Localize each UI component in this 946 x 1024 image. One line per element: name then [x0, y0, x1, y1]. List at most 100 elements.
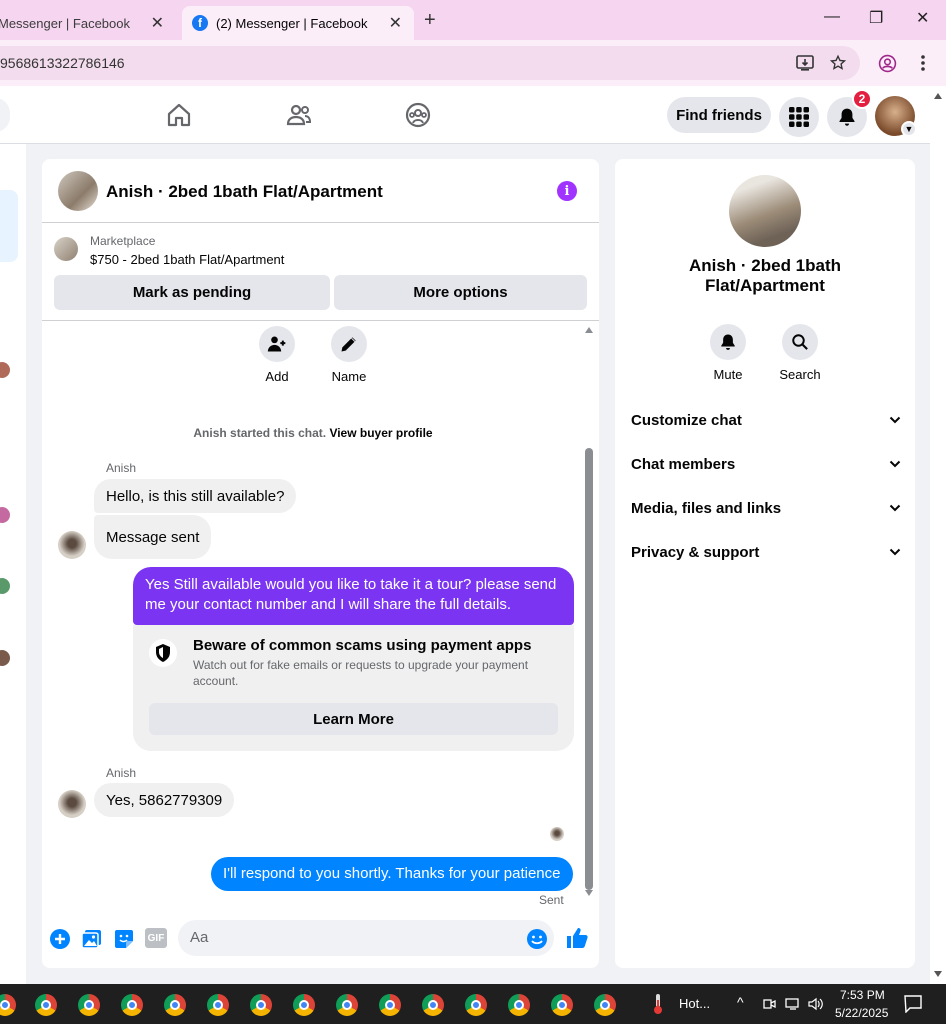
message-bubble-incoming[interactable]: Message sent — [94, 515, 212, 559]
sticker-icon[interactable] — [113, 928, 135, 950]
meet-icon[interactable] — [762, 997, 776, 1011]
scroll-down-icon[interactable] — [933, 970, 943, 978]
menu-dots-icon[interactable] — [916, 54, 930, 72]
browser-tab-1[interactable]: Messenger | Facebook ✕ — [0, 6, 180, 40]
chrome-taskbar-icon[interactable] — [78, 994, 100, 1016]
chrome-taskbar-icon[interactable] — [508, 994, 530, 1016]
find-friends-button[interactable]: Find friends — [667, 97, 771, 133]
clock-date[interactable]: 5/22/2025 — [835, 1006, 888, 1020]
minimize-icon[interactable]: — — [824, 8, 840, 26]
scam-warning-title: Beware of common scams using payment app… — [193, 637, 532, 654]
mute-action[interactable]: Mute — [698, 324, 758, 382]
page-scrollbar[interactable] — [930, 86, 946, 984]
search-box[interactable] — [0, 98, 10, 132]
mark-pending-button[interactable]: Mark as pending — [54, 275, 330, 310]
chrome-taskbar-icon[interactable] — [379, 994, 401, 1016]
chrome-taskbar-icon[interactable] — [250, 994, 272, 1016]
name-chat-action[interactable]: Name — [319, 326, 379, 384]
chrome-taskbar-icon[interactable] — [594, 994, 616, 1016]
privacy-support-section[interactable]: Privacy & support — [631, 544, 901, 561]
scam-warning-text: Watch out for fake emails or requests to… — [193, 658, 529, 688]
chrome-taskbar-icon[interactable] — [35, 994, 57, 1016]
gif-icon[interactable]: GIF — [145, 928, 167, 948]
emoji-icon[interactable] — [526, 928, 548, 950]
chat-title[interactable]: Anish · 2bed 1bath Flat/Apartment — [106, 182, 383, 202]
clock-time[interactable]: 7:53 PM — [840, 988, 885, 1002]
search-action[interactable]: Search — [770, 324, 830, 382]
action-label: Search — [779, 367, 821, 382]
chrome-taskbar-icon[interactable] — [207, 994, 229, 1016]
chevron-up-icon[interactable]: ^ — [737, 994, 744, 1010]
message-bubble-incoming[interactable]: Yes, 5862779309 — [94, 783, 235, 817]
bell-icon — [839, 108, 855, 126]
close-icon[interactable]: ✕ — [151, 13, 164, 33]
chat-members-section[interactable]: Chat members — [631, 456, 901, 473]
message-bubble-outgoing[interactable]: Yes Still available would you like to ta… — [133, 567, 574, 625]
more-options-button[interactable]: More options — [334, 275, 587, 310]
learn-more-button[interactable]: Learn More — [149, 703, 558, 735]
sender-avatar[interactable] — [58, 531, 86, 559]
friends-icon[interactable] — [286, 102, 312, 128]
chrome-taskbar-icon[interactable] — [121, 994, 143, 1016]
chrome-taskbar-icon[interactable] — [336, 994, 358, 1016]
scrollbar-thumb[interactable] — [585, 448, 593, 890]
chrome-taskbar-icon[interactable] — [164, 994, 186, 1016]
browser-tab-2[interactable]: f (2) Messenger | Facebook ✕ — [182, 6, 414, 40]
thumbs-up-icon[interactable] — [565, 926, 589, 950]
chrome-taskbar-icon[interactable] — [551, 994, 573, 1016]
message-bubble-incoming[interactable]: Hello, is this still available? — [94, 479, 297, 513]
section-label: Chat members — [631, 456, 736, 473]
listing-title[interactable]: $750 - 2bed 1bath Flat/Apartment — [90, 252, 284, 267]
media-files-links-section[interactable]: Media, files and links — [631, 500, 901, 517]
window-close-icon[interactable]: ✕ — [916, 8, 929, 28]
system-text: Anish started this chat. — [193, 426, 327, 440]
scroll-up-icon[interactable] — [933, 92, 943, 100]
notification-badge: 2 — [852, 89, 872, 109]
groups-icon[interactable] — [405, 102, 431, 128]
bookmark-star-icon[interactable] — [829, 54, 847, 72]
sender-avatar[interactable] — [58, 790, 86, 818]
scroll-down-icon[interactable] — [584, 889, 594, 897]
action-label: Mute — [713, 367, 743, 382]
divider — [42, 320, 599, 321]
close-icon[interactable]: ✕ — [389, 13, 402, 33]
maximize-icon[interactable]: ❐ — [869, 8, 883, 28]
chevron-down-icon[interactable]: ▼ — [901, 121, 917, 137]
add-people-action[interactable]: Add — [247, 326, 307, 384]
conversation-avatar[interactable] — [729, 175, 801, 247]
customize-chat-section[interactable]: Customize chat — [631, 412, 901, 429]
selected-chat-highlight[interactable] — [0, 190, 18, 262]
chrome-taskbar-icon[interactable] — [465, 994, 487, 1016]
install-icon[interactable] — [796, 54, 814, 72]
chrome-taskbar-icon[interactable] — [293, 994, 315, 1016]
conversation-name: Anish · 2bed 1bath Flat/Apartment — [615, 256, 915, 296]
scroll-up-icon[interactable] — [584, 326, 594, 334]
chevron-down-icon — [889, 504, 901, 512]
profile-icon[interactable] — [878, 54, 897, 73]
message-text: Hello, is this still available? — [106, 487, 285, 505]
thermometer-icon[interactable] — [651, 993, 665, 1015]
tab-title: Messenger | Facebook — [0, 15, 130, 31]
windows-taskbar: Hot... ^ 7:53 PM 5/22/2025 — [0, 984, 946, 1024]
volume-icon[interactable] — [808, 997, 824, 1011]
plus-circle-icon[interactable] — [49, 928, 71, 950]
new-tab-icon[interactable]: + — [424, 9, 436, 32]
message-input[interactable]: Aa — [178, 920, 554, 956]
info-icon[interactable]: i — [557, 181, 577, 201]
network-icon[interactable] — [785, 997, 801, 1011]
menu-button[interactable] — [779, 97, 819, 137]
notification-center-icon[interactable] — [904, 995, 922, 1013]
scam-warning-card: Beware of common scams using payment app… — [133, 625, 574, 751]
chrome-taskbar-icon[interactable] — [0, 994, 16, 1016]
url-input[interactable]: 9568613322786146 — [0, 46, 860, 80]
view-buyer-profile-link[interactable]: View buyer profile — [329, 426, 432, 440]
message-text: Yes, 5862779309 — [106, 791, 223, 809]
weather-text[interactable]: Hot... — [679, 996, 710, 1011]
chrome-taskbar-icon[interactable] — [422, 994, 444, 1016]
sender-name: Anish — [106, 766, 137, 780]
listing-thumbnail — [54, 237, 78, 261]
message-bubble-outgoing[interactable]: I'll respond to you shortly. Thanks for … — [211, 857, 573, 891]
chat-avatar[interactable] — [58, 171, 98, 211]
photo-icon[interactable] — [81, 928, 103, 950]
home-icon[interactable] — [166, 102, 192, 128]
